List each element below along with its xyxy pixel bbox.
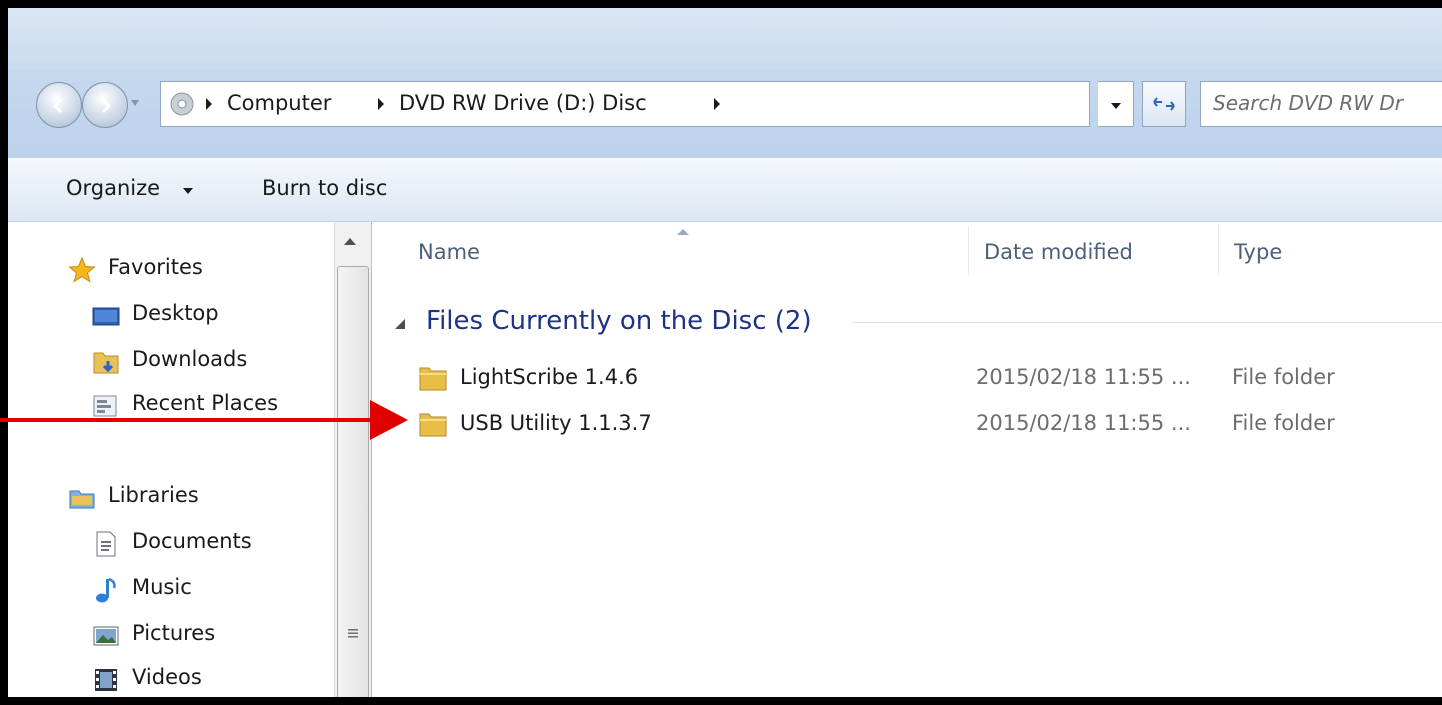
file-name: USB Utility 1.1.3.7: [460, 411, 652, 435]
nav-pane-scrollbar[interactable]: [334, 222, 372, 697]
file-date-modified: 2015/02/18 11:55 ...: [976, 365, 1191, 389]
recent-pages-dropdown-icon[interactable]: [130, 98, 140, 108]
file-date-modified: 2015/02/18 11:55 ...: [976, 411, 1191, 435]
documents-icon: [96, 531, 116, 557]
folder-icon: [419, 413, 447, 437]
file-list-pane: Name Date modified Type Files Currently …: [372, 222, 1442, 697]
nav-item-label: Downloads: [132, 347, 248, 371]
scrollbar-thumb[interactable]: [337, 266, 369, 697]
group-divider-line: [852, 322, 1442, 323]
file-name: LightScribe 1.4.6: [460, 365, 639, 389]
file-type: File folder: [1232, 365, 1335, 389]
nav-libraries-label: Libraries: [108, 483, 199, 507]
column-header-name[interactable]: Name: [418, 240, 480, 264]
search-box[interactable]: [1200, 81, 1442, 127]
back-button[interactable]: [36, 82, 82, 128]
address-row: Computer DVD RW Drive (D:) Disc: [8, 70, 1442, 158]
back-arrow-icon: [52, 98, 63, 114]
refresh-button[interactable]: [1142, 81, 1186, 127]
breadcrumb-separator-icon[interactable]: [205, 97, 213, 111]
file-row[interactable]: USB Utility 1.1.3.7 2015/02/18 11:55 ...…: [412, 404, 1442, 444]
title-bar: [8, 8, 1442, 70]
column-divider[interactable]: [1218, 226, 1219, 276]
organize-button[interactable]: Organize: [66, 176, 160, 200]
pictures-icon: [93, 626, 119, 646]
chevron-down-icon[interactable]: [182, 187, 194, 195]
nav-item-label: Desktop: [132, 301, 219, 325]
breadcrumb-computer[interactable]: Computer: [227, 91, 331, 115]
videos-icon: [95, 669, 117, 691]
scroll-up-arrow-icon[interactable]: [342, 236, 358, 246]
column-divider[interactable]: [968, 226, 969, 276]
breadcrumb-separator-icon[interactable]: [713, 97, 721, 111]
computer-location-icon: [170, 92, 194, 116]
explorer-window: Computer DVD RW Drive (D:) Disc Organize…: [0, 0, 1442, 705]
collapse-triangle-icon[interactable]: [394, 318, 406, 330]
file-type: File folder: [1232, 411, 1335, 435]
annotation-arrow-icon: [0, 400, 408, 440]
libraries-icon: [69, 490, 95, 509]
forward-arrow-icon: [101, 98, 112, 114]
downloads-folder-icon: [93, 352, 119, 374]
refresh-icon: [1153, 97, 1175, 111]
nav-item-label: Pictures: [132, 621, 216, 645]
nav-item-label: Videos: [132, 665, 202, 689]
address-history-dropdown[interactable]: [1098, 81, 1134, 127]
group-title: Files Currently on the Disc (2): [426, 306, 812, 336]
breadcrumb-dvd-drive[interactable]: DVD RW Drive (D:) Disc: [399, 91, 647, 115]
search-input[interactable]: [1211, 82, 1442, 124]
grip-icon: [348, 629, 358, 638]
navigation-pane: Favorites Desktop Downloads Recent Place…: [8, 222, 334, 697]
column-header-type[interactable]: Type: [1234, 240, 1282, 264]
command-bar: Organize Burn to disc: [8, 158, 1442, 222]
folder-icon: [419, 367, 447, 391]
nav-item-label: Music: [132, 575, 192, 599]
star-icon: [68, 256, 96, 283]
address-bar[interactable]: Computer DVD RW Drive (D:) Disc: [160, 81, 1090, 127]
music-icon: [96, 577, 116, 603]
file-row[interactable]: LightScribe 1.4.6 2015/02/18 11:55 ... F…: [412, 358, 1442, 398]
column-header-date-modified[interactable]: Date modified: [984, 240, 1133, 264]
chevron-down-icon: [1111, 103, 1121, 109]
nav-favorites-label: Favorites: [108, 255, 203, 279]
breadcrumb-separator-icon[interactable]: [377, 97, 385, 111]
sort-ascending-icon: [677, 229, 689, 235]
forward-button[interactable]: [82, 82, 128, 128]
nav-item-label: Documents: [132, 529, 252, 553]
burn-to-disc-button[interactable]: Burn to disc: [262, 176, 387, 200]
desktop-icon: [92, 307, 120, 326]
